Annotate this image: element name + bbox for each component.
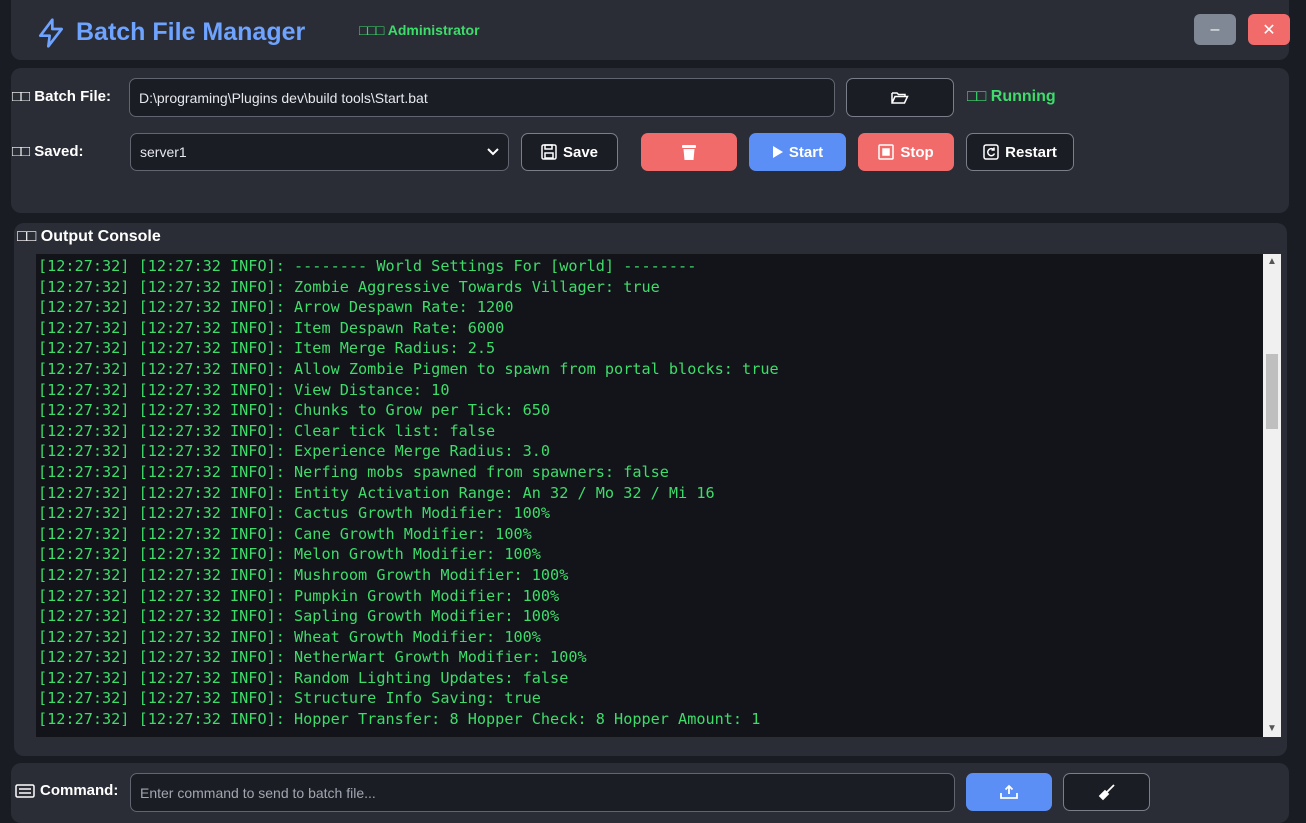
- app-title: Batch File Manager: [76, 18, 306, 46]
- saved-selected-value: server1: [140, 144, 187, 160]
- console-line: [12:27:32] [12:27:32 INFO]: NetherWart G…: [38, 648, 587, 667]
- play-icon: [772, 146, 783, 158]
- console-line: [12:27:32] [12:27:32 INFO]: Zombie Aggre…: [38, 277, 660, 296]
- stop-icon: [878, 144, 895, 160]
- console-line: [12:27:32] [12:27:32 INFO]: Pumpkin Grow…: [38, 586, 560, 605]
- console-line: [12:27:32] [12:27:32 INFO]: Item Merge R…: [38, 339, 496, 358]
- command-placeholder: Enter command to send to batch file...: [140, 784, 376, 801]
- stop-label: Stop: [900, 143, 934, 161]
- console-line: [12:27:32] [12:27:32 INFO]: Cane Growth …: [38, 524, 532, 543]
- refresh-icon: [983, 144, 999, 160]
- batch-file-path: D:\programing\Plugins dev\build tools\St…: [139, 89, 428, 106]
- console-panel: □□ Output Console [12:27:32] [12:27:32 I…: [14, 223, 1287, 756]
- close-button[interactable]: ✕: [1248, 14, 1290, 45]
- start-label: Start: [788, 143, 824, 161]
- restart-button[interactable]: Restart: [966, 133, 1074, 171]
- command-panel: Command: Enter command to send to batch …: [11, 763, 1289, 823]
- console-line: [12:27:32] [12:27:32 INFO]: View Distanc…: [38, 380, 450, 399]
- console-scrollbar[interactable]: ▲ ▼: [1263, 254, 1281, 737]
- save-label: Save: [562, 143, 599, 161]
- save-button[interactable]: Save: [521, 133, 618, 171]
- console-line: [12:27:32] [12:27:32 INFO]: Entity Activ…: [38, 483, 715, 502]
- admin-badge: □□□ Administrator: [359, 22, 480, 38]
- lightning-icon: [39, 18, 63, 48]
- console-line: [12:27:32] [12:27:32 INFO]: Arrow Despaw…: [38, 298, 514, 317]
- start-button[interactable]: Start: [749, 133, 846, 171]
- console-line: [12:27:32] [12:27:32 INFO]: Structure In…: [38, 689, 541, 708]
- send-command-button[interactable]: [966, 773, 1052, 811]
- restart-label: Restart: [1005, 143, 1057, 161]
- console-line: [12:27:32] [12:27:32 INFO]: Melon Growth…: [38, 545, 541, 564]
- floppy-disk-icon: [541, 144, 557, 160]
- scroll-up-icon[interactable]: ▲: [1263, 254, 1281, 270]
- console-line: [12:27:32] [12:27:32 INFO]: Nerfing mobs…: [38, 462, 669, 481]
- command-label: Command:: [40, 782, 119, 799]
- browse-button[interactable]: [846, 78, 954, 117]
- console-line: [12:27:32] [12:27:32 INFO]: Item Despawn…: [38, 318, 505, 337]
- console-line: [12:27:32] [12:27:32 INFO]: Allow Zombie…: [38, 359, 779, 378]
- console-title: □□ Output Console: [17, 228, 161, 245]
- console-line: [12:27:32] [12:27:32 INFO]: Wheat Growth…: [38, 627, 541, 646]
- scroll-thumb[interactable]: [1266, 354, 1278, 429]
- controls-panel: □□ Batch File: D:\programing\Plugins dev…: [11, 68, 1289, 213]
- batch-file-label: □□ Batch File:: [12, 88, 111, 105]
- console-line: [12:27:32] [12:27:32 INFO]: Random Light…: [38, 668, 569, 687]
- title-bar: Batch File Manager □□□ Administrator – ✕: [11, 0, 1290, 60]
- send-icon: [1000, 784, 1018, 799]
- trash-icon: [682, 144, 696, 160]
- saved-select[interactable]: server1: [130, 133, 509, 171]
- keyboard-icon: [15, 784, 35, 798]
- console-line: [12:27:32] [12:27:32 INFO]: Cactus Growt…: [38, 504, 551, 523]
- batch-file-path-field[interactable]: D:\programing\Plugins dev\build tools\St…: [129, 78, 835, 117]
- saved-label: □□ Saved:: [12, 143, 84, 160]
- console-line: [12:27:32] [12:27:32 INFO]: Hopper Trans…: [38, 710, 761, 729]
- folder-open-icon: [891, 91, 909, 104]
- output-console[interactable]: [12:27:32] [12:27:32 INFO]: -------- Wor…: [36, 254, 1281, 737]
- clear-console-button[interactable]: [1063, 773, 1150, 811]
- broom-icon: [1098, 784, 1115, 801]
- status-indicator: □□ Running: [967, 88, 1056, 105]
- console-line: [12:27:32] [12:27:32 INFO]: -------- Wor…: [38, 257, 697, 275]
- console-line: [12:27:32] [12:27:32 INFO]: Chunks to Gr…: [38, 401, 551, 420]
- console-lines: [12:27:32] [12:27:32 INFO]: -------- Wor…: [38, 256, 1248, 730]
- console-line: [12:27:32] [12:27:32 INFO]: Sapling Grow…: [38, 607, 560, 626]
- console-line: [12:27:32] [12:27:32 INFO]: Clear tick l…: [38, 421, 496, 440]
- console-line: [12:27:32] [12:27:32 INFO]: Experience M…: [38, 442, 551, 461]
- scroll-down-icon[interactable]: ▼: [1263, 721, 1281, 737]
- console-line: [12:27:32] [12:27:32 INFO]: Mushroom Gro…: [38, 565, 569, 584]
- chevron-down-icon: [487, 148, 499, 156]
- delete-button[interactable]: [641, 133, 737, 171]
- command-input[interactable]: Enter command to send to batch file...: [130, 773, 955, 812]
- stop-button[interactable]: Stop: [858, 133, 954, 171]
- minimize-button[interactable]: –: [1194, 14, 1236, 45]
